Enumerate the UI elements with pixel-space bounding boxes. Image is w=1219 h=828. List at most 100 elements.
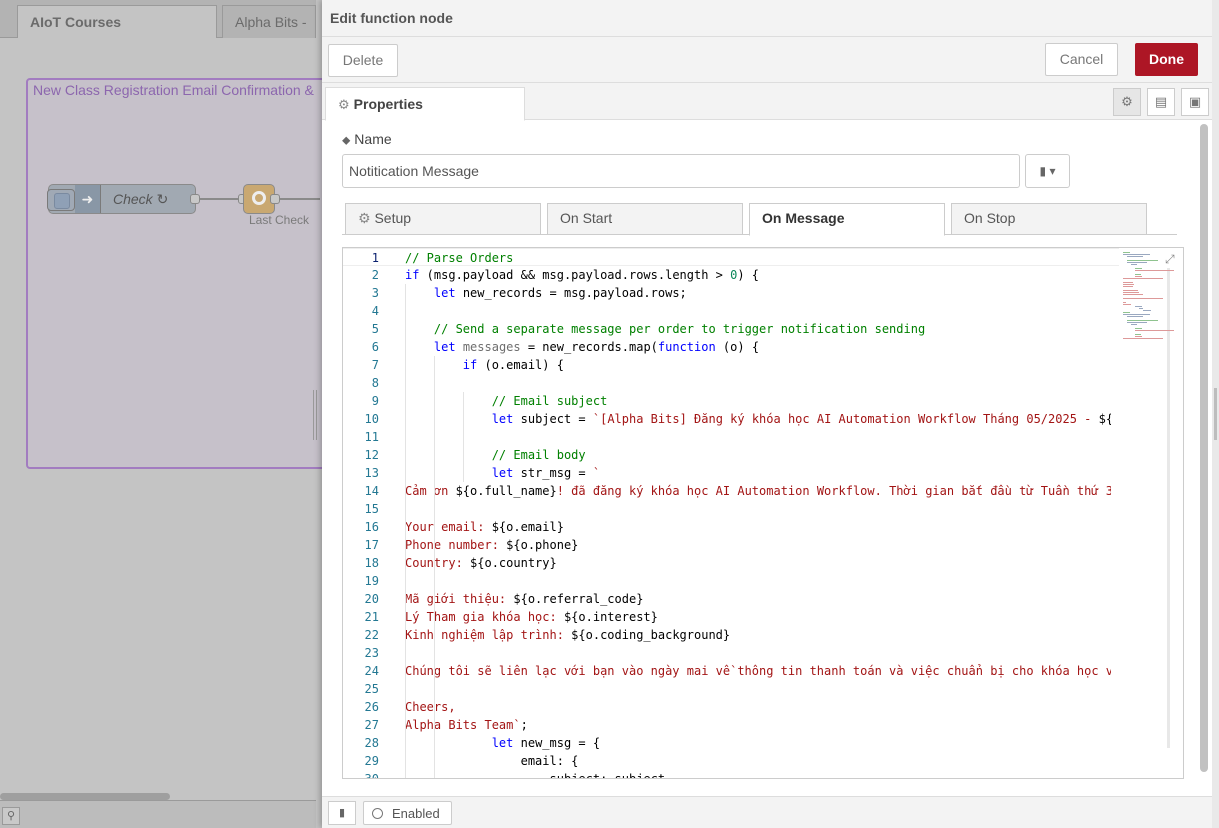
code-text[interactable]: let messages = new_records.map(function …: [405, 338, 1111, 356]
done-button[interactable]: Done: [1135, 43, 1198, 76]
name-input[interactable]: [342, 154, 1020, 188]
tray-title: Edit function node: [330, 10, 453, 26]
expand-editor-icon[interactable]: ⤢: [1165, 252, 1175, 267]
minimap-scrollbar[interactable]: [1167, 268, 1170, 748]
code-line[interactable]: 30 subject: subject,: [343, 770, 1183, 778]
line-number: 5: [371, 322, 379, 336]
workspace-tab-alpha-bits[interactable]: Alpha Bits -: [222, 5, 316, 38]
code-line[interactable]: 25: [343, 680, 1183, 698]
code-line[interactable]: 27 Alpha Bits Team`;: [343, 716, 1183, 734]
code-line[interactable]: 16 Your email: ${o.email}: [343, 518, 1183, 536]
code-text[interactable]: Chúng tôi sẽ liên lạc với bạn vào ngày m…: [405, 662, 1111, 680]
tab-on-start[interactable]: On Start: [547, 203, 743, 235]
line-number: 21: [364, 610, 379, 624]
code-text[interactable]: Country: ${o.country}: [405, 554, 1111, 572]
code-line[interactable]: 14 Cảm ơn ${o.full_name}! đã đăng ký khóa…: [343, 482, 1183, 500]
code-text[interactable]: Mã giới thiệu: ${o.referral_code}: [405, 590, 1111, 608]
minimap-line: [1135, 336, 1142, 337]
search-icon[interactable]: ⚲: [2, 807, 20, 825]
code-line[interactable]: 28 let new_msg = {: [343, 734, 1183, 752]
code-text[interactable]: // Send a separate message per order to …: [405, 320, 1111, 338]
output-port[interactable]: [270, 194, 280, 204]
sidebar-splitter[interactable]: [313, 390, 317, 440]
tab-properties[interactable]: ⚙ Properties: [325, 87, 525, 121]
library-dropdown-button[interactable]: ▮ ▾: [1025, 154, 1070, 188]
code-line[interactable]: 17 Phone number: ${o.phone}: [343, 536, 1183, 554]
code-text[interactable]: Phone number: ${o.phone}: [405, 536, 1111, 554]
code-line[interactable]: 24 Chúng tôi sẽ liên lạc với bạn vào ngày…: [343, 662, 1183, 680]
code-text[interactable]: Alpha Bits Team`;: [405, 716, 1111, 734]
code-text[interactable]: // Email body: [405, 446, 1111, 464]
code-line[interactable]: 7 if (o.email) {: [343, 356, 1183, 374]
code-line[interactable]: 6 let messages = new_records.map(functio…: [343, 338, 1183, 356]
code-text[interactable]: // Email subject: [405, 392, 1111, 410]
tab-on-stop[interactable]: On Stop: [951, 203, 1147, 235]
code-line[interactable]: 4: [343, 302, 1183, 320]
inject-trigger-button[interactable]: [47, 189, 75, 211]
tab-setup[interactable]: ⚙ Setup: [345, 203, 541, 235]
code-editor[interactable]: 1 // Parse Orders 2 if (msg.payload && msg.…: [342, 247, 1184, 779]
code-text[interactable]: if (msg.payload && msg.payload.rows.leng…: [405, 266, 1111, 284]
minimap-line: [1123, 290, 1138, 291]
line-number: 15: [364, 502, 379, 516]
code-line[interactable]: 23: [343, 644, 1183, 662]
code-line[interactable]: 2 if (msg.payload && msg.payload.rows.len…: [343, 266, 1183, 284]
code-text[interactable]: let new_msg = {: [405, 734, 1111, 752]
code-text[interactable]: let str_msg = `: [405, 464, 1111, 482]
canvas-horizontal-scrollbar[interactable]: [0, 793, 170, 800]
code-line[interactable]: 12 // Email body: [343, 446, 1183, 464]
tray-scrollbar[interactable]: [1200, 124, 1208, 772]
right-sidebar-handle[interactable]: [1214, 388, 1217, 440]
code-text[interactable]: Cảm ơn ${o.full_name}! đã đăng ký khóa h…: [405, 482, 1111, 500]
code-line[interactable]: 13 let str_msg = `: [343, 464, 1183, 482]
code-text[interactable]: email: {: [405, 752, 1111, 770]
minimap-line: [1131, 264, 1137, 265]
code-text[interactable]: subject: subject,: [405, 770, 1111, 778]
code-line[interactable]: 26 Cheers,: [343, 698, 1183, 716]
code-minimap[interactable]: [1119, 248, 1183, 778]
code-line[interactable]: 21 Lý Tham gia khóa học: ${o.interest}: [343, 608, 1183, 626]
code-line[interactable]: 18 Country: ${o.country}: [343, 554, 1183, 572]
tab-on-message[interactable]: On Message: [749, 203, 945, 236]
workspace-tab-aiot-courses[interactable]: AIoT Courses: [17, 5, 217, 38]
code-text[interactable]: // Parse Orders: [405, 249, 1111, 267]
code-line[interactable]: 22 Kinh nghiệm lập trình: ${o.coding_back…: [343, 626, 1183, 644]
flow-group[interactable]: New Class Registration Email Confirmatio…: [26, 78, 326, 469]
tray-toolbar: Delete Cancel Done: [322, 37, 1212, 83]
code-line[interactable]: 19: [343, 572, 1183, 590]
description-document-icon[interactable]: ▤: [1147, 88, 1175, 116]
code-text[interactable]: let new_records = msg.payload.rows;: [405, 284, 1111, 302]
code-line[interactable]: 9 // Email subject: [343, 392, 1183, 410]
code-text[interactable]: Cheers,: [405, 698, 1111, 716]
code-text[interactable]: let subject = `[Alpha Bits] Đăng ký khóa…: [405, 410, 1111, 428]
code-line[interactable]: 15: [343, 500, 1183, 518]
code-text[interactable]: Kinh nghiệm lập trình: ${o.coding_backgr…: [405, 626, 1111, 644]
code-line[interactable]: 20 Mã giới thiệu: ${o.referral_code}: [343, 590, 1183, 608]
output-port[interactable]: [190, 194, 200, 204]
code-text[interactable]: Your email: ${o.email}: [405, 518, 1111, 536]
code-line[interactable]: 10 let subject = `[Alpha Bits] Đăng ký k…: [343, 410, 1183, 428]
code-text[interactable]: if (o.email) {: [405, 356, 1111, 374]
enabled-toggle[interactable]: Enabled: [363, 801, 452, 825]
code-text[interactable]: Lý Tham gia khóa học: ${o.interest}: [405, 608, 1111, 626]
minimap-line: [1127, 322, 1147, 323]
code-line[interactable]: 3 let new_records = msg.payload.rows;: [343, 284, 1183, 302]
cancel-button[interactable]: Cancel: [1045, 43, 1118, 76]
code-line[interactable]: 29 email: {: [343, 752, 1183, 770]
code-line[interactable]: 11: [343, 428, 1183, 446]
book-icon[interactable]: ▮: [328, 801, 356, 825]
delete-button[interactable]: Delete: [328, 44, 398, 77]
code-line[interactable]: 1 // Parse Orders: [343, 248, 1183, 267]
inject-node-label: Check ↻: [113, 191, 169, 207]
inject-node-check[interactable]: ➜ Check ↻: [47, 184, 196, 214]
minimap-line: [1123, 278, 1163, 279]
appearance-frame-icon[interactable]: ▣: [1181, 88, 1209, 116]
settings-gear-icon[interactable]: ⚙: [1113, 88, 1141, 116]
code-line[interactable]: 8: [343, 374, 1183, 392]
tray-header: Edit function node: [322, 0, 1212, 37]
gear-icon: ⚙: [358, 210, 371, 226]
minimap-line: [1123, 298, 1163, 299]
code-line[interactable]: 5 // Send a separate message per order t…: [343, 320, 1183, 338]
line-number: 13: [364, 466, 379, 480]
minimap-line: [1135, 334, 1141, 335]
